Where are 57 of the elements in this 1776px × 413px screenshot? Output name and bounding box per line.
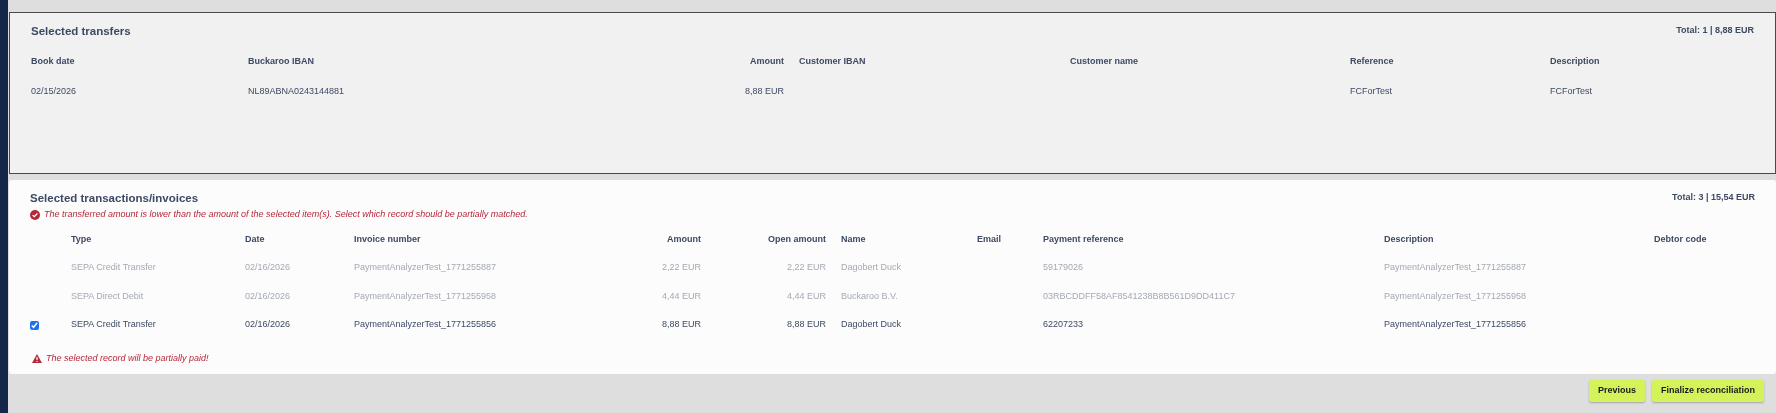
total-label: Total: 3 | 15,54 EUR [1672,191,1755,204]
table-cell: 02/16/2026 [245,290,291,301]
table-cell: PaymentAnalyzerTest_1771255958 [1384,290,1527,301]
table-cell: SEPA Direct Debit [71,290,144,301]
table-cell: FCForTest [1550,85,1592,96]
table-cell: SEPA Credit Transfer [71,319,156,330]
table-cell: 62207233 [1043,319,1084,330]
column-header: Amount [750,56,784,67]
column-header: Customer name [1070,56,1139,67]
table-cell: 03RBCDDFF58AF8541238B8B561D9DD411C7 [1043,290,1235,301]
total-label: Total: 1 | 8,88 EUR [1676,24,1754,37]
table-cell: 2,22 EUR [661,262,701,273]
table-cell: FCForTest [1350,85,1392,96]
table-cell: Dagobert Duck [841,262,902,273]
column-header: Name [841,233,866,244]
column-header: Reference [1350,56,1394,67]
column-header: Amount [667,233,701,244]
table-cell: SEPA Credit Transfer [71,262,156,273]
partial-notice: The selected record will be partially paid! [46,351,209,365]
panel-title: Selected transactions/invoices [30,191,199,206]
warning-icon [32,353,42,363]
table-cell: 02/15/2026 [31,85,77,96]
column-header: Date [245,233,265,244]
table-cell: PaymentAnalyzerTest_1771255958 [354,290,497,301]
previous-button[interactable]: Previous [1588,380,1645,402]
column-header: Customer IBAN [799,56,866,67]
check-circle-icon [30,210,40,220]
table-cell: 4,44 EUR [661,290,701,301]
column-header: Description [1550,56,1600,67]
column-header: Buckaroo IBAN [248,56,314,67]
table-cell: PaymentAnalyzerTest_1771255887 [354,262,497,273]
column-header: Debtor code [1654,233,1707,244]
table-cell: 4,44 EUR [786,290,826,301]
table-cell: 59179026 [1043,262,1084,273]
table-cell: 8,88 EUR [661,319,701,330]
table-cell: PaymentAnalyzerTest_1771255856 [354,319,497,330]
row-checkbox[interactable] [30,320,39,330]
column-header: Book date [31,56,75,67]
table-cell: Buckaroo B.V. [841,290,898,301]
table-cell: NL89ABNA0243144881 [248,85,345,96]
panel-title: Selected transfers [31,24,131,39]
table-cell: 02/16/2026 [245,262,291,273]
column-header: Open amount [768,233,826,244]
finalize-button[interactable]: Finalize reconciliation [1651,380,1764,402]
column-header: Description [1384,233,1434,244]
column-header: Type [71,233,92,244]
table-cell: PaymentAnalyzerTest_1771255887 [1384,262,1527,273]
table-cell: PaymentAnalyzerTest_1771255856 [1384,319,1527,330]
table-cell: 8,88 EUR [786,319,826,330]
column-header: Invoice number [354,233,421,244]
table-cell: 02/16/2026 [245,319,291,330]
table-cell: Dagobert Duck [841,319,902,330]
column-header: Payment reference [1043,233,1124,244]
table-cell: 2,22 EUR [786,262,826,273]
column-header: Email [977,233,1001,244]
table-cell: 8,88 EUR [744,85,784,96]
warning-message: The transferred amount is lower than the amount of the selected item(s). Select which record should be partially matched. [44,208,528,222]
